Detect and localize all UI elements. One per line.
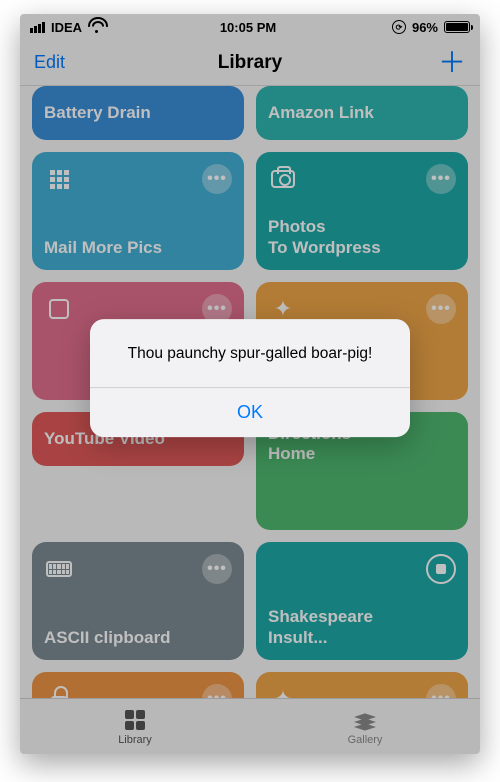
card-menu-button[interactable]: •••: [202, 164, 232, 194]
signal-icon: [30, 22, 45, 33]
alert-ok-button[interactable]: OK: [90, 388, 410, 437]
card-title: ShakespeareInsult...: [268, 607, 456, 648]
shortcut-card[interactable]: Amazon Link: [256, 86, 468, 140]
page-title: Library: [20, 52, 480, 74]
gallery-icon: [354, 711, 376, 729]
clock: 10:05 PM: [220, 20, 276, 35]
stop-run-icon[interactable]: [426, 554, 456, 584]
card-title: Mail More Pics: [44, 238, 232, 258]
tab-bar: Library Gallery: [20, 698, 480, 754]
camera-icon: [271, 170, 295, 188]
card-title: ASCII clipboard: [44, 628, 232, 648]
card-title: Battery Drain: [44, 103, 232, 123]
library-icon: [125, 710, 145, 730]
tab-library-label: Library: [118, 734, 152, 746]
alert-message: Thou paunchy spur-galled boar-pig!: [90, 319, 410, 387]
tab-library[interactable]: Library: [20, 699, 250, 754]
edit-button[interactable]: Edit: [34, 52, 65, 73]
carrier-label: IDEA: [51, 20, 82, 35]
card-title: Amazon Link: [268, 103, 456, 123]
rotation-lock-icon: ⟳: [392, 20, 406, 34]
tab-gallery[interactable]: Gallery: [250, 699, 480, 754]
shortcut-card[interactable]: ••• Mail More Pics: [32, 152, 244, 270]
wand-icon: ✦: [274, 686, 292, 698]
card-menu-button[interactable]: •••: [426, 164, 456, 194]
grid-icon: [50, 170, 69, 189]
nav-bar: Edit Library ＋: [20, 40, 480, 86]
status-bar: IDEA 10:05 PM ⟳ 96%: [20, 14, 480, 40]
card-title: PhotosTo Wordpress: [268, 217, 456, 258]
shortcut-card[interactable]: •••: [32, 672, 244, 698]
keyboard-icon: [46, 561, 72, 577]
square-icon: [49, 299, 69, 319]
shortcut-card[interactable]: Battery Drain: [32, 86, 244, 140]
card-menu-button[interactable]: •••: [426, 294, 456, 324]
shortcut-card[interactable]: ✦ •••: [256, 672, 468, 698]
wand-icon: ✦: [274, 296, 292, 322]
shortcut-card[interactable]: ••• ASCII clipboard: [32, 542, 244, 660]
tab-gallery-label: Gallery: [348, 734, 383, 746]
shortcut-card[interactable]: ShakespeareInsult...: [256, 542, 468, 660]
shortcut-card[interactable]: ••• PhotosTo Wordpress: [256, 152, 468, 270]
wifi-icon: [88, 21, 104, 33]
card-menu-button[interactable]: •••: [202, 684, 232, 698]
card-menu-button[interactable]: •••: [426, 684, 456, 698]
add-button[interactable]: ＋: [438, 49, 466, 77]
card-menu-button[interactable]: •••: [202, 554, 232, 584]
battery-percent: 96%: [412, 20, 438, 35]
battery-icon: [444, 21, 470, 33]
alert-dialog: Thou paunchy spur-galled boar-pig! OK: [90, 319, 410, 437]
